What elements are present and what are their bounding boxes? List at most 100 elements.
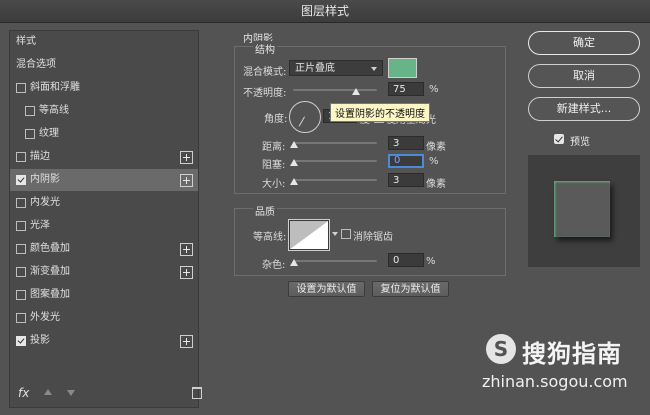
move-down-icon[interactable]: [67, 390, 75, 396]
size-label: 大小:: [262, 179, 286, 190]
style-item-label: 光泽: [30, 220, 50, 231]
chevron-down-icon: [371, 67, 377, 71]
noise-slider-track[interactable]: [293, 260, 377, 262]
trash-icon[interactable]: [192, 387, 202, 399]
plus-icon[interactable]: [180, 243, 193, 256]
styles-list: 样式混合选项斜面和浮雕等高线纹理描边内阴影内发光光泽颜色叠加渐变叠加图案叠加外发…: [9, 30, 199, 408]
plus-icon[interactable]: [180, 174, 193, 187]
style-item-checkbox[interactable]: [16, 244, 26, 254]
style-item-checkbox[interactable]: [16, 83, 26, 93]
style-item[interactable]: 内发光: [10, 192, 198, 214]
style-item[interactable]: 图案叠加: [10, 284, 198, 306]
contour-picker[interactable]: [288, 219, 338, 251]
blend-mode-label: 混合模式:: [243, 67, 287, 78]
style-item-checkbox[interactable]: [25, 129, 35, 139]
style-item[interactable]: 光泽: [10, 215, 198, 237]
angle-dial[interactable]: [289, 101, 321, 133]
watermark-title: 搜狗指南: [522, 340, 622, 368]
style-item-checkbox[interactable]: [16, 221, 26, 231]
reset-default-button[interactable]: 复位为默认值: [372, 281, 449, 297]
watermark: S 搜狗指南 zhinan.sogou.com: [470, 330, 650, 410]
new-style-button[interactable]: 新建样式...: [528, 97, 640, 121]
choke-unit: %: [429, 156, 439, 167]
style-item[interactable]: 样式: [10, 31, 198, 53]
anti-alias-checkbox[interactable]: [341, 229, 351, 239]
blend-mode-select[interactable]: 正片叠底: [289, 60, 383, 76]
style-item-label: 渐变叠加: [30, 266, 70, 277]
style-item-checkbox[interactable]: [16, 175, 26, 185]
ok-button[interactable]: 确定: [528, 31, 640, 55]
style-item-label: 样式: [16, 36, 36, 47]
style-item[interactable]: 混合选项: [10, 54, 198, 76]
fx-button[interactable]: fx: [18, 386, 29, 400]
noise-unit: %: [426, 256, 436, 267]
plus-icon[interactable]: [180, 266, 193, 279]
preview-checkbox[interactable]: [554, 134, 564, 144]
style-item-label: 图案叠加: [30, 289, 70, 300]
plus-icon[interactable]: [180, 151, 193, 164]
blend-mode-value: 正片叠底: [295, 63, 335, 74]
style-item[interactable]: 内阴影: [10, 169, 198, 191]
style-item[interactable]: 外发光: [10, 307, 198, 329]
style-item-checkbox[interactable]: [25, 106, 35, 116]
chevron-down-icon: [332, 232, 338, 236]
contour-label: 等高线:: [253, 232, 287, 243]
set-default-button[interactable]: 设置为默认值: [288, 281, 365, 297]
choke-label: 阻塞:: [262, 160, 286, 171]
noise-slider-thumb[interactable]: [290, 259, 298, 266]
opacity-tooltip: 设置阴影的不透明度: [330, 103, 430, 122]
style-item[interactable]: 描边: [10, 146, 198, 168]
sogou-logo: S: [486, 334, 516, 364]
style-item-checkbox[interactable]: [16, 313, 26, 323]
style-item-checkbox[interactable]: [16, 290, 26, 300]
opacity-input[interactable]: 75: [388, 82, 424, 96]
style-item-label: 外发光: [30, 312, 60, 323]
style-preview: [528, 155, 640, 267]
noise-label: 杂色:: [262, 260, 286, 271]
style-item[interactable]: 斜面和浮雕: [10, 77, 198, 99]
distance-unit: 像素: [426, 142, 446, 153]
style-item-label: 颜色叠加: [30, 243, 70, 254]
distance-slider-thumb[interactable]: [290, 141, 298, 148]
distance-slider-track[interactable]: [293, 142, 377, 144]
style-item-label: 纹理: [39, 128, 59, 139]
size-slider-thumb[interactable]: [290, 178, 298, 185]
style-item-label: 内阴影: [30, 174, 60, 185]
opacity-slider-thumb[interactable]: [352, 88, 360, 95]
quality-title: 品质: [253, 203, 277, 218]
style-item[interactable]: 渐变叠加: [10, 261, 198, 283]
style-item-label: 混合选项: [16, 59, 56, 70]
opacity-slider-track[interactable]: [293, 89, 377, 91]
opacity-unit: %: [429, 84, 439, 95]
structure-title: 结构: [253, 41, 277, 56]
size-input[interactable]: 3: [388, 173, 424, 187]
style-item[interactable]: 纹理: [10, 123, 198, 145]
distance-label: 距离:: [262, 142, 286, 153]
move-up-icon[interactable]: [44, 389, 52, 395]
style-item-label: 内发光: [30, 197, 60, 208]
noise-input[interactable]: 0: [388, 253, 424, 267]
window-title: 图层样式: [300, 4, 349, 18]
preview-label: 预览: [570, 137, 590, 148]
style-preview-square: [554, 181, 610, 237]
plus-icon[interactable]: [180, 335, 193, 348]
style-item[interactable]: 投影: [10, 330, 198, 352]
style-item-checkbox[interactable]: [16, 152, 26, 162]
cancel-button[interactable]: 取消: [528, 64, 640, 88]
style-item-label: 投影: [30, 335, 50, 346]
angle-label: 角度:: [264, 114, 288, 125]
distance-input[interactable]: 3: [388, 136, 424, 150]
choke-input[interactable]: 0: [388, 154, 424, 168]
choke-slider-track[interactable]: [293, 160, 377, 162]
shadow-color-swatch[interactable]: [388, 58, 417, 78]
style-item-checkbox[interactable]: [16, 198, 26, 208]
size-slider-track[interactable]: [293, 179, 377, 181]
watermark-url: zhinan.sogou.com: [482, 372, 628, 391]
window-title-bar: 图层样式: [0, 0, 650, 23]
style-item[interactable]: 等高线: [10, 100, 198, 122]
style-item-checkbox[interactable]: [16, 267, 26, 277]
style-item-label: 斜面和浮雕: [30, 82, 80, 93]
choke-slider-thumb[interactable]: [290, 159, 298, 166]
style-item[interactable]: 颜色叠加: [10, 238, 198, 260]
style-item-checkbox[interactable]: [16, 336, 26, 346]
